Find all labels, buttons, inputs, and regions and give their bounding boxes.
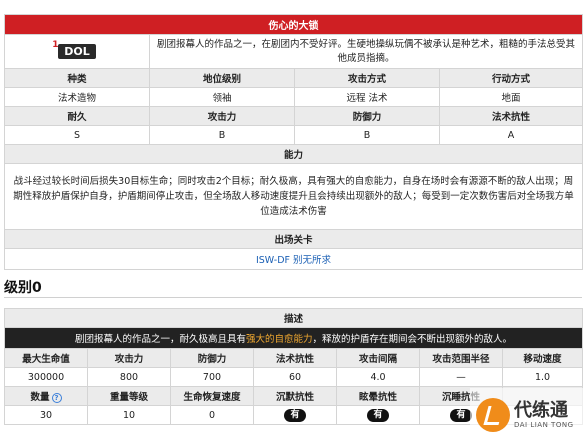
stage-link[interactable]: ISW-DF 别无所求 <box>4 248 583 270</box>
level-stat-value: 800 <box>87 367 171 387</box>
watermark-cn: 代练通 <box>514 400 568 421</box>
enemy-info-table: 伤心的大锁 1 DOL 剧团报幕人的作品之一，在剧团内不受好评。生硬地操纵玩偶不被… <box>4 14 583 270</box>
level-stat-value: 60 <box>253 367 337 387</box>
level-stat-header: 法术抗性 <box>253 348 337 368</box>
badge-mark: 1 <box>52 40 59 50</box>
stages-header: 出场关卡 <box>4 229 583 249</box>
level-desc-highlight: 强大的自愈能力 <box>245 334 313 345</box>
stat-value: B <box>294 125 440 145</box>
silence-resist-badge: 有 <box>284 408 306 422</box>
level-stat-value: 10 <box>87 405 171 425</box>
stat-header: 攻击方式 <box>294 68 440 88</box>
stat-header: 耐久 <box>4 106 150 126</box>
level-stat-value: 0 <box>170 405 254 425</box>
ability-header: 能力 <box>4 144 583 164</box>
level-desc-after: ，释放的护盾存在期间会不断出现额外的敌人。 <box>312 334 513 345</box>
stat-value: B <box>149 125 295 145</box>
stat-value: 法术造物 <box>4 87 150 107</box>
level-stat-header: 生命恢复速度 <box>170 386 254 406</box>
stun-resist-badge: 有 <box>367 408 389 422</box>
level-stat-value: 700 <box>170 367 254 387</box>
stat-header: 种类 <box>4 68 150 88</box>
level-stat-value: — <box>419 367 503 387</box>
level-desc-before: 剧团报幕人的作品之一，耐久极高且具有 <box>74 334 246 345</box>
level-stat-header: 重量等级 <box>87 386 171 406</box>
watermark-text: 代练通 DAI LIAN TONG <box>514 400 574 430</box>
watermark: 代练通 DAI LIAN TONG <box>470 388 584 442</box>
stat-value: A <box>439 125 583 145</box>
enemy-badge-icon: 1 DOL <box>52 40 96 59</box>
level-stat-value: 4.0 <box>336 367 420 387</box>
level-stat-value: 1.0 <box>502 367 583 387</box>
level-desc-header: 描述 <box>4 308 583 328</box>
level-stat-header: 最大生命值 <box>4 348 88 368</box>
sleep-resist-badge: 有 <box>450 408 472 422</box>
level-stat-header: 攻击范围半径 <box>419 348 503 368</box>
watermark-logo-icon <box>476 398 510 432</box>
enemy-name-title: 伤心的大锁 <box>4 14 583 35</box>
count-label: 数量 <box>30 392 50 403</box>
level-stat-header: 防御力 <box>170 348 254 368</box>
level-stat-header: 眩晕抗性 <box>336 386 420 406</box>
heading-divider <box>4 297 582 298</box>
ability-text: 战斗经过较长时间后损失30目标生命；同时攻击2个目标；耐久极高，具有强大的自愈能… <box>4 163 583 230</box>
enemy-icon-cell: 1 DOL <box>4 34 150 69</box>
stat-header: 法术抗性 <box>439 106 583 126</box>
level-stat-header: 数量? <box>4 386 88 406</box>
level-stat-header: 攻击间隔 <box>336 348 420 368</box>
stat-value: 地面 <box>439 87 583 107</box>
stat-value: 领袖 <box>149 87 295 107</box>
level-description: 剧团报幕人的作品之一，耐久极高且具有强大的自愈能力，释放的护盾存在期间会不断出现… <box>4 327 583 349</box>
stat-header: 行动方式 <box>439 68 583 88</box>
level-heading: 级别0 <box>4 280 42 296</box>
level-stat-value: 有 <box>336 405 420 425</box>
stat-value: S <box>4 125 150 145</box>
watermark-en: DAI LIAN TONG <box>514 421 574 429</box>
level-stat-header: 移动速度 <box>502 348 583 368</box>
stat-header: 攻击力 <box>149 106 295 126</box>
help-icon[interactable]: ? <box>51 392 62 403</box>
badge-text: DOL <box>64 45 90 58</box>
level-stat-value: 30 <box>4 405 88 425</box>
enemy-description: 剧团报幕人的作品之一，在剧团内不受好评。生硬地操纵玩偶不被承认是种艺术，粗糙的手… <box>149 34 583 69</box>
stat-header: 防御力 <box>294 106 440 126</box>
level-stat-header: 沉默抗性 <box>253 386 337 406</box>
level-stat-value: 300000 <box>4 367 88 387</box>
level-stat-value: 有 <box>253 405 337 425</box>
stat-header: 地位级别 <box>149 68 295 88</box>
stat-value: 远程 法术 <box>294 87 440 107</box>
level-stat-header: 攻击力 <box>87 348 171 368</box>
